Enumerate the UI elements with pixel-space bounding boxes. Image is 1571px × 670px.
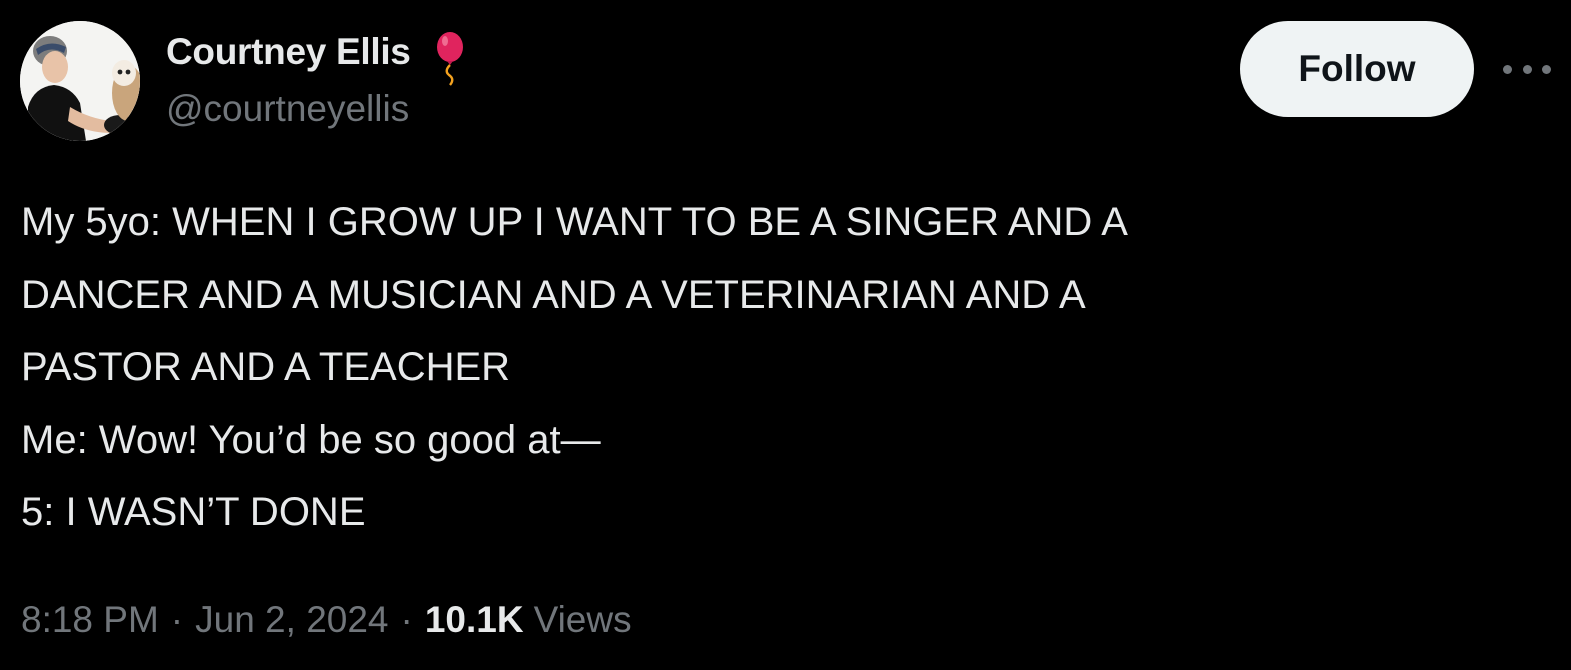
views-label[interactable]: Views — [534, 599, 632, 641]
follow-button[interactable]: Follow — [1240, 21, 1474, 117]
balloon-icon — [433, 30, 467, 86]
tweet-line: PASTOR AND A TEACHER — [21, 345, 511, 389]
tweet-line: DANCER AND A MUSICIAN AND A VETERINARIAN… — [21, 272, 1086, 317]
more-options-icon[interactable] — [1503, 54, 1551, 84]
author-display-name[interactable]: Courtney Ellis — [166, 31, 411, 73]
avatar-photo — [20, 21, 140, 141]
tweet-line: Me: Wow! You’d be so good at— — [21, 417, 601, 462]
author-name-row: Courtney Ellis — [166, 28, 467, 86]
tweet-date[interactable]: Jun 2, 2024 — [195, 599, 388, 641]
meta-separator: · — [400, 599, 413, 640]
more-dot — [1542, 64, 1551, 74]
meta-separator: · — [170, 599, 184, 640]
avatar[interactable] — [20, 21, 140, 141]
tweet-line: My 5yo: WHEN I GROW UP I WANT TO BE A SI… — [21, 200, 1128, 244]
tweet-time[interactable]: 8:18 PM — [21, 599, 159, 641]
author-handle[interactable]: @courtneyellis — [166, 88, 409, 130]
more-dot — [1503, 64, 1512, 74]
tweet-text: My 5yo: WHEN I GROW UP I WANT TO BE A SI… — [21, 186, 1541, 549]
tweet-line: 5: I WASN’T DONE — [21, 490, 366, 534]
views-count[interactable]: 10.1K — [425, 599, 524, 641]
tweet-meta: 8:18 PM · Jun 2, 2024 · 10.1K Views — [21, 594, 632, 646]
more-dot — [1522, 64, 1532, 74]
